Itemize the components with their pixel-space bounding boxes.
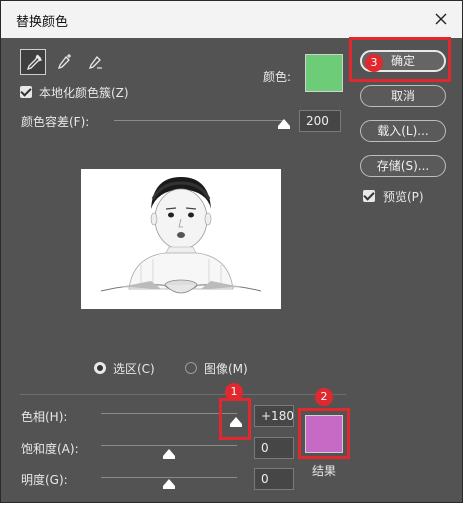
result-label: 结果 (312, 464, 337, 478)
image-radio[interactable] (185, 362, 197, 374)
close-icon[interactable] (430, 8, 452, 30)
eyedropper-icon (26, 54, 43, 71)
color-swatch[interactable] (305, 54, 343, 92)
saturation-input[interactable]: 0 (254, 437, 294, 459)
localized-clusters-label: 本地化颜色簇(Z) (39, 86, 129, 100)
marker-3-badge: 3 (365, 54, 383, 72)
eyedropper-tool[interactable] (20, 49, 46, 75)
dialog-title: 替换颜色 (16, 15, 69, 30)
saturation-slider-track[interactable] (101, 445, 237, 446)
lightness-label: 明度(G): (21, 473, 68, 487)
title-bar: 替换颜色 (1, 1, 462, 38)
selection-preview-image (81, 169, 281, 309)
localized-clusters-checkbox[interactable] (20, 86, 32, 98)
image-radio-label: 图像(M) (204, 362, 248, 376)
selection-radio[interactable] (94, 362, 106, 374)
lightness-input[interactable]: 0 (254, 468, 294, 490)
hue-thumb-highlight-box (219, 398, 251, 440)
hue-label: 色相(H): (21, 410, 68, 424)
cancel-button[interactable]: 取消 (360, 85, 446, 107)
marker-1-badge: 1 (225, 383, 243, 401)
replace-color-dialog: 替换颜色 颜色: 本地化颜色簇(Z) 颜色容差(F): 200 确定 取消 载入… (0, 0, 463, 503)
preview-label: 预览(P) (383, 190, 424, 204)
save-button[interactable]: 存储(S)... (360, 155, 446, 177)
saturation-label: 饱和度(A): (21, 442, 79, 456)
lightness-slider-track[interactable] (101, 477, 237, 478)
fuzziness-label: 颜色容差(F): (21, 115, 90, 129)
marker-2-badge: 2 (315, 388, 333, 406)
ok-highlight-box (349, 37, 451, 82)
load-button[interactable]: 载入(L)... (360, 120, 446, 142)
hue-input[interactable]: +180 (254, 405, 294, 427)
child-sketch-image (100, 177, 262, 294)
subtract-from-sample-icon (88, 56, 102, 70)
preview-checkbox[interactable] (363, 190, 375, 202)
subtract-from-sample-tool[interactable] (82, 49, 108, 75)
selection-radio-label: 选区(C) (113, 362, 155, 376)
fuzziness-slider-track[interactable] (114, 120, 284, 121)
hue-slider-track[interactable] (101, 413, 237, 414)
fuzziness-input[interactable]: 200 (299, 110, 341, 132)
result-highlight-box (298, 408, 350, 459)
add-to-sample-icon (57, 54, 71, 70)
section-divider (20, 394, 346, 395)
color-label: 颜色: (263, 70, 292, 84)
add-to-sample-tool[interactable] (51, 49, 77, 75)
